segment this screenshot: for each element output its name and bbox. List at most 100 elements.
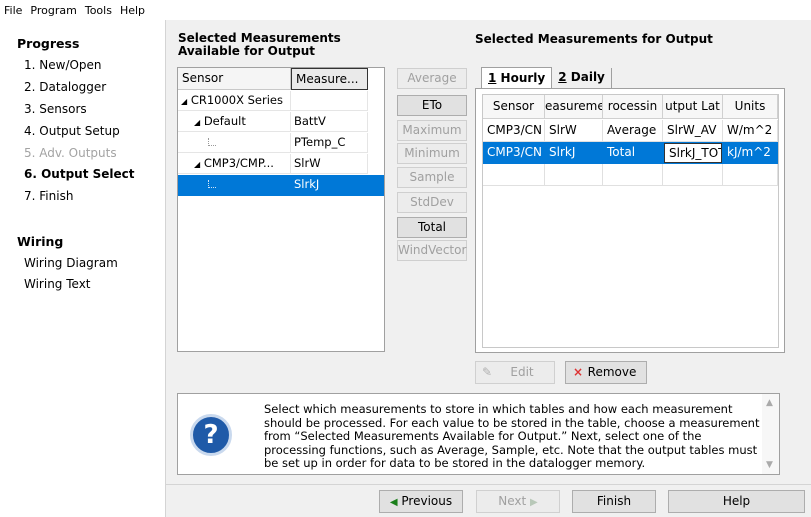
output-cell-empty [483,164,545,186]
grid-header-measurement[interactable]: easureme [545,95,603,119]
tree-row[interactable]: ◢ Default BattV [178,112,384,133]
output-grid-inner: Sensor easureme rocessin utput Lat Units… [482,94,779,348]
progress-sidebar: Progress 1. New/Open 2. Datalogger 3. Se… [0,20,165,517]
remove-x-icon: × [573,365,584,379]
eto-button[interactable]: ETo [397,95,467,116]
column-header-measurement[interactable]: Measure... [291,68,368,90]
tab-hourly[interactable]: 1 Hourly [481,67,553,88]
tab-daily-label: Daily [566,70,605,84]
output-row-empty [483,164,778,186]
output-label-editor[interactable]: SlrkJ_TOT [664,143,722,163]
stddev-button[interactable]: StdDev [397,192,467,213]
tree-row[interactable]: ◢ CR1000X Series [178,91,384,112]
step-datalogger[interactable]: 2. Datalogger [24,80,106,94]
output-cell-empty [545,164,603,186]
available-heading: Selected Measurements Available for Outp… [178,32,341,58]
tab-hourly-label: Hourly [496,71,546,85]
wiring-diagram-link[interactable]: Wiring Diagram [24,256,118,270]
output-cell-sensor: CMP3/CN [483,120,545,142]
output-cell-units: kJ/m^2 [723,142,778,164]
previous-label: Previous [401,494,453,508]
tree-measurement-label: BattV [291,112,368,132]
sample-button[interactable]: Sample [397,167,467,188]
step-output-setup[interactable]: 4. Output Setup [24,124,120,138]
question-icon: ? [190,414,232,456]
scroll-down-icon[interactable]: ▼ [766,460,773,470]
expand-triangle-icon[interactable]: ◢ [181,97,187,106]
tree-connector-icon [208,180,216,188]
help-text: Select which measurements to store in wh… [264,402,760,471]
tree-row[interactable]: PTemp_C [178,133,384,154]
tree-cell-sensor: ◢ Default [178,112,291,132]
selected-outputs-heading: Selected Measurements for Output [475,32,713,46]
output-cell-measurement: SlrkJ [545,142,603,164]
tree-row[interactable]: ◢ CMP3/CMP... SlrW [178,154,384,175]
progress-heading: Progress [17,36,80,51]
help-scrollbar[interactable]: ▲ ▼ [762,394,779,474]
tree-sensor-label: CR1000X Series [190,93,283,107]
menu-program[interactable]: Program [30,4,76,17]
tree-measurement-label [291,91,368,111]
output-table-tabs: 1 Hourly 2 Daily [481,67,612,88]
tree-cell-sensor [178,175,291,195]
tree-connector-icon [208,138,216,146]
grid-header-units[interactable]: Units [723,95,778,119]
wiring-heading: Wiring [17,234,64,249]
minimum-button[interactable]: Minimum [397,143,467,164]
output-row-selected[interactable]: CMP3/CN SlrkJ Total SlrkJ_TOT kJ/m^2 [483,142,778,164]
available-measurements-tree[interactable]: Sensor Measure... ◢ CR1000X Series ◢ Def… [177,67,385,352]
output-cell-empty [603,164,663,186]
output-cell-empty [663,164,723,186]
previous-arrow-icon: ◀ [389,497,398,508]
next-button[interactable]: Next ▶ [476,490,560,513]
average-button[interactable]: Average [397,68,467,89]
tree-sensor-label: Default [203,114,246,128]
output-cell-processing: Total [603,142,663,164]
menu-tools[interactable]: Tools [85,4,112,17]
maximum-button[interactable]: Maximum [397,120,467,141]
column-header-sensor[interactable]: Sensor [178,68,291,90]
windvector-button[interactable]: WindVector [397,240,467,261]
available-heading-line2: Available for Output [178,44,316,58]
finish-button[interactable]: Finish [572,490,656,513]
output-cell-sensor: CMP3/CN [483,142,545,164]
menu-help[interactable]: Help [120,4,145,17]
tab-daily-key: 2 [558,70,567,84]
expand-triangle-icon[interactable]: ◢ [194,160,200,169]
next-arrow-icon: ▶ [530,497,538,508]
tree-measurement-label: SlrW [291,154,368,174]
pencil-icon: ✎ [482,365,493,379]
step-sensors[interactable]: 3. Sensors [24,102,87,116]
remove-button[interactable]: × Remove [565,361,647,384]
previous-button[interactable]: ◀ Previous [379,490,463,513]
grid-header-output-label[interactable]: utput Lat [663,95,723,119]
footer-divider [166,484,811,485]
scroll-up-icon[interactable]: ▲ [766,398,773,408]
tree-cell-sensor [178,133,291,153]
menu-file[interactable]: File [4,4,22,17]
total-button[interactable]: Total [397,217,467,238]
tree-row-selected[interactable]: SlrkJ [178,175,384,196]
tab-daily[interactable]: 2 Daily [552,68,612,88]
expand-triangle-icon[interactable]: ◢ [194,118,200,127]
wiring-text-link[interactable]: Wiring Text [24,277,91,291]
menu-bar: File Program Tools Help [0,0,811,20]
tree-sensor-label: CMP3/CMP... [203,156,274,170]
output-cell-measurement: SlrW [545,120,603,142]
grid-header-processing[interactable]: rocessin [603,95,663,119]
step-output-select[interactable]: 6. Output Select [24,167,135,181]
edit-button[interactable]: ✎ Edit [475,361,555,384]
tree-measurement-label: PTemp_C [291,133,368,153]
remove-label: Remove [587,365,637,379]
grid-header-sensor[interactable]: Sensor [483,95,545,119]
help-button[interactable]: Help [668,490,805,513]
output-cell-label: SlrW_AV [663,120,723,142]
output-row[interactable]: CMP3/CN SlrW Average SlrW_AV W/m^2 [483,120,778,142]
step-new-open[interactable]: 1. New/Open [24,58,102,72]
output-grid[interactable]: Sensor easureme rocessin utput Lat Units… [475,88,785,353]
output-cell-units: W/m^2 [723,120,778,142]
step-adv-outputs: 5. Adv. Outputs [24,146,117,160]
step-finish[interactable]: 7. Finish [24,189,73,203]
tree-cell-sensor: ◢ CR1000X Series [178,91,291,111]
output-cell-empty [723,164,778,186]
